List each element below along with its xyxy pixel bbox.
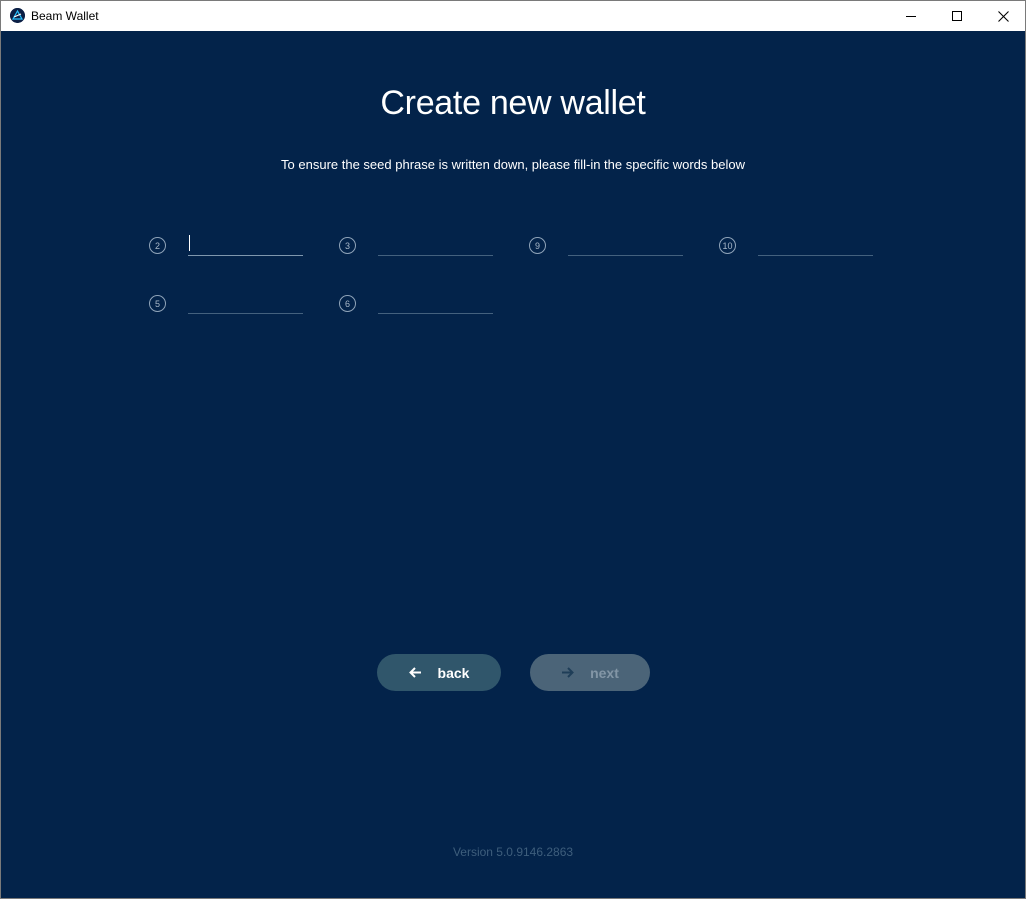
seed-word-slot: 3 bbox=[339, 233, 499, 265]
close-button[interactable] bbox=[980, 1, 1026, 31]
next-button[interactable]: next bbox=[530, 654, 650, 691]
seed-word-input[interactable] bbox=[378, 291, 493, 314]
seed-word-slot: 10 bbox=[719, 233, 879, 265]
arrow-right-icon bbox=[562, 667, 575, 678]
back-button-label: back bbox=[437, 664, 470, 681]
seed-word-input[interactable] bbox=[188, 291, 303, 314]
app-window: Beam Wallet Create new wallet To ensure … bbox=[0, 0, 1026, 899]
page-title: Create new wallet bbox=[380, 84, 646, 122]
text-cursor bbox=[189, 235, 190, 251]
title-bar[interactable]: Beam Wallet bbox=[1, 1, 1025, 31]
word-number-badge: 9 bbox=[529, 237, 546, 254]
seed-word-input[interactable] bbox=[568, 233, 683, 256]
seed-word-slot: 6 bbox=[339, 291, 499, 323]
arrow-left-icon bbox=[408, 667, 421, 678]
word-number-badge: 6 bbox=[339, 295, 356, 312]
seed-word-input[interactable] bbox=[378, 233, 493, 256]
maximize-button[interactable] bbox=[934, 1, 980, 31]
seed-word-input[interactable] bbox=[758, 233, 873, 256]
main-content: Create new wallet To ensure the seed phr… bbox=[1, 31, 1025, 898]
word-number-badge: 2 bbox=[149, 237, 166, 254]
close-icon bbox=[997, 10, 1009, 22]
minimize-icon bbox=[906, 16, 916, 17]
word-number-badge: 10 bbox=[719, 237, 736, 254]
seed-word-slot: 9 bbox=[529, 233, 689, 265]
word-number-badge: 3 bbox=[339, 237, 356, 254]
window-title: Beam Wallet bbox=[31, 9, 99, 23]
seed-word-slot: 2 bbox=[149, 233, 309, 265]
beam-logo-icon bbox=[10, 8, 25, 23]
next-button-label: next bbox=[590, 664, 619, 681]
seed-word-input[interactable] bbox=[188, 233, 303, 256]
word-number-badge: 5 bbox=[149, 295, 166, 312]
minimize-button[interactable] bbox=[888, 1, 934, 31]
seed-word-slot: 5 bbox=[149, 291, 309, 323]
maximize-icon bbox=[952, 11, 962, 21]
back-button[interactable]: back bbox=[377, 654, 501, 691]
version-label: Version 5.0.9146.2863 bbox=[452, 845, 574, 859]
page-subtitle: To ensure the seed phrase is written dow… bbox=[281, 157, 745, 172]
